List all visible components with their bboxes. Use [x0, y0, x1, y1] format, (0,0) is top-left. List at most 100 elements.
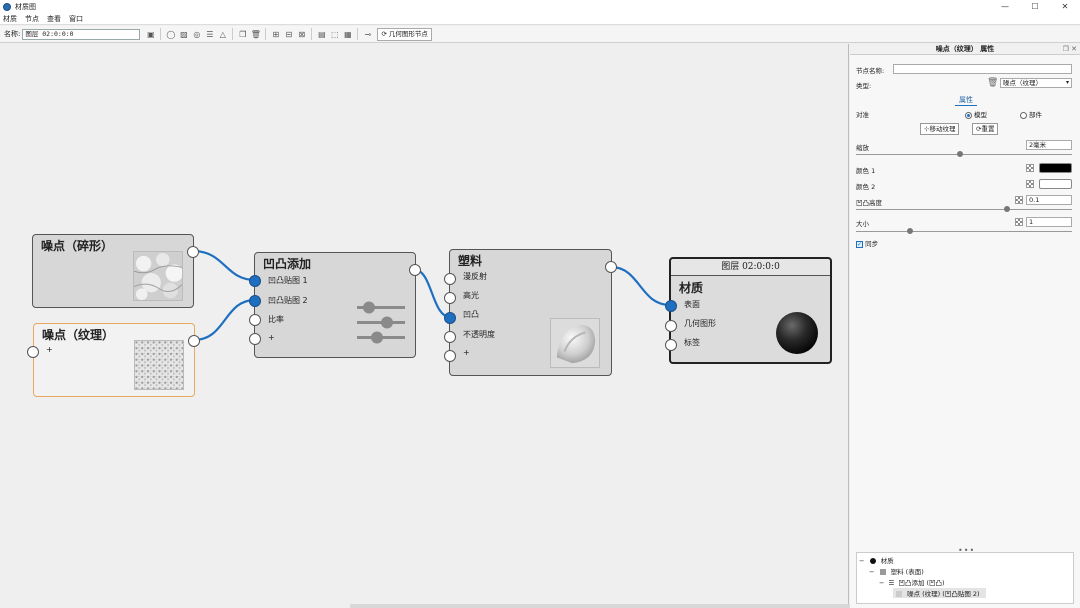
node-canvas[interactable]: 噪点（碎形） 噪点（纹理） + 凹凸添加 凹凸贴图 1 凹凸贴图 2 比率 + … — [0, 44, 850, 608]
reset-button[interactable]: ⟳重置 — [972, 123, 999, 135]
geometry-node-button[interactable]: ⟳ 几何图形节点 — [377, 27, 432, 41]
sphere-icon[interactable]: ◯ — [166, 29, 176, 39]
bump-height-slider-knob[interactable] — [1004, 206, 1011, 212]
panel-header: 噪点（纹理） 属性 ❐ ✕ — [850, 44, 1080, 55]
menu-node[interactable]: 节点 — [25, 14, 39, 24]
cube-icon[interactable]: ▨ — [179, 29, 189, 39]
input-port-add[interactable] — [249, 333, 261, 345]
bump-height-slider[interactable] — [856, 209, 1072, 210]
size-texture-icon[interactable] — [1015, 218, 1023, 226]
save-icon[interactable]: ▣ — [146, 29, 156, 39]
close-button[interactable]: ✕ — [1050, 0, 1080, 13]
input-port-specular[interactable] — [444, 292, 456, 304]
type-select-value: 噪点（纹理） — [1003, 79, 1042, 87]
trash-icon[interactable]: 🗑 — [987, 78, 998, 88]
minimize-button[interactable]: — — [990, 0, 1020, 13]
wire-texture-to-bump2 — [193, 298, 256, 342]
color1-texture-icon[interactable] — [1026, 164, 1034, 172]
node-title: 凹凸添加 — [263, 257, 312, 271]
fit-icon[interactable]: ⬚ — [330, 29, 340, 39]
warning-icon[interactable]: △ — [218, 29, 228, 39]
menu-window[interactable]: 窗口 — [69, 14, 83, 24]
node-output-material[interactable]: 图层 02:0:0:0 材质 表面 几何图形 标签 — [665, 257, 832, 364]
toolbar-separator — [232, 28, 234, 40]
node-noise-fractal[interactable]: 噪点（碎形） — [32, 234, 199, 308]
input-port-label[interactable] — [665, 339, 677, 351]
align-option-model[interactable]: 模型 — [965, 109, 987, 119]
name-input[interactable]: 图层 02:0:0:0 — [22, 28, 141, 40]
node-plastic[interactable]: 塑料 漫反射 高光 凹凸 不透明度 + — [444, 249, 617, 376]
scale-slider[interactable] — [856, 154, 1072, 155]
align-option-part-label: 部件 — [1029, 111, 1042, 119]
size-input[interactable]: 1 — [1026, 217, 1072, 227]
grid-icon[interactable]: ▦ — [343, 29, 353, 39]
radio-part — [1020, 111, 1027, 119]
input-port-bump[interactable] — [444, 312, 456, 324]
input-label-bump2: 凹凸贴图 2 — [268, 296, 308, 305]
output-port[interactable] — [188, 335, 200, 347]
menu-material[interactable]: 材质 — [3, 14, 17, 24]
bump-height-input[interactable]: 0.1 — [1026, 195, 1072, 205]
reset-label: 重置 — [981, 125, 995, 133]
node-link-icon[interactable]: ⊟ — [284, 29, 294, 39]
output-port[interactable] — [187, 246, 199, 258]
input-port-diffuse[interactable] — [444, 273, 456, 285]
node-remove-icon[interactable]: ⊠ — [297, 29, 307, 39]
collapse-icon[interactable]: − — [879, 579, 884, 587]
sliders-icon: ☰ — [888, 579, 895, 587]
color2-swatch[interactable] — [1039, 179, 1072, 189]
output-port[interactable] — [409, 264, 421, 276]
size-slider[interactable] — [856, 231, 1072, 232]
node-bump-add[interactable]: 凹凸添加 凹凸贴图 1 凹凸贴图 2 比率 + — [249, 252, 421, 358]
node-noise-texture[interactable]: 噪点（纹理） + — [27, 323, 200, 397]
input-label-diffuse: 漫反射 — [463, 272, 487, 281]
input-port-ratio[interactable] — [249, 314, 261, 326]
tree-item-material[interactable]: − 材质 — [859, 555, 894, 565]
tree-item-noise-texture[interactable]: 噪点 (纹理) (凹凸贴图 2) — [893, 588, 986, 598]
move-texture-button[interactable]: ⊹移动纹理 — [920, 123, 960, 135]
geometry-node-label: 几何图形节点 — [388, 29, 428, 38]
input-port-surface[interactable] — [665, 300, 677, 312]
input-label-bump1: 凹凸贴图 1 — [268, 276, 308, 285]
output-port[interactable] — [605, 261, 617, 273]
type-label: 类型: — [856, 82, 872, 90]
sliders-icon[interactable]: ☰ — [205, 29, 215, 39]
sync-checkbox[interactable]: ✓ 同步 — [856, 238, 878, 248]
input-port-bump1[interactable] — [249, 275, 261, 287]
type-select[interactable]: 噪点（纹理） ▾ — [1000, 78, 1072, 88]
close-icon[interactable]: ✕ — [1071, 45, 1077, 53]
node-add-icon[interactable]: ⊞ — [271, 29, 281, 39]
bump-height-texture-icon[interactable] — [1015, 196, 1023, 204]
input-label-geometry: 几何图形 — [684, 319, 716, 328]
target-icon[interactable]: ◎ — [192, 29, 202, 39]
plastic-node-icon — [879, 569, 886, 575]
input-port-bump2[interactable] — [249, 295, 261, 307]
maximize-button[interactable]: ☐ — [1020, 0, 1050, 13]
input-port-add[interactable] — [27, 346, 39, 358]
collapse-icon[interactable]: − — [859, 557, 864, 565]
input-label-add: + — [268, 333, 275, 342]
size-slider-knob[interactable] — [907, 228, 913, 234]
float-icon[interactable]: ❐ — [1063, 45, 1069, 53]
noise-texture-preview — [134, 340, 184, 390]
copy-icon[interactable]: ❐ — [238, 29, 248, 39]
color1-swatch[interactable] — [1039, 163, 1072, 173]
branch-icon[interactable]: ⊸ — [363, 29, 373, 39]
input-port-opacity[interactable] — [444, 331, 456, 343]
input-port-geometry[interactable] — [665, 320, 677, 332]
tree-item-bump-add[interactable]: − ☰ 凹凸添加 (凹凸) — [879, 577, 945, 587]
menu-view[interactable]: 查看 — [47, 14, 61, 24]
layout-icon[interactable]: ▤ — [317, 29, 327, 39]
tree-item-plastic[interactable]: − 塑料 (表面) — [869, 566, 924, 576]
delete-icon[interactable]: 🗑 — [251, 29, 261, 39]
input-port-add[interactable] — [444, 350, 456, 362]
scale-input[interactable]: 2毫米 — [1026, 140, 1072, 150]
collapse-icon[interactable]: − — [869, 568, 874, 576]
node-name-input[interactable] — [893, 64, 1072, 74]
color2-texture-icon[interactable] — [1026, 180, 1034, 188]
scale-slider-knob[interactable] — [956, 151, 963, 157]
input-label-bump: 凹凸 — [463, 310, 479, 319]
horizontal-scrollbar[interactable] — [350, 604, 850, 608]
tab-properties[interactable]: 属性 — [955, 95, 977, 106]
align-option-part[interactable]: 部件 — [1020, 109, 1042, 119]
